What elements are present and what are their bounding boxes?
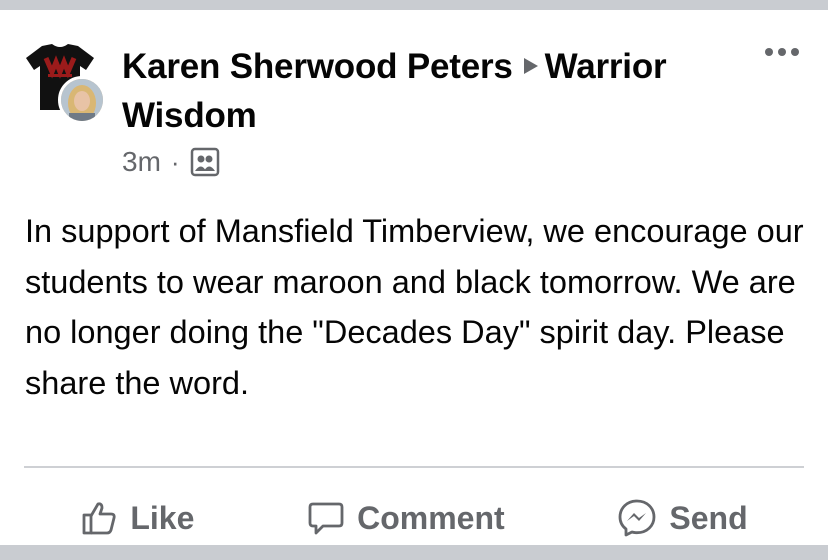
thumbs-up-icon <box>82 502 116 535</box>
author-name[interactable]: Karen Sherwood Peters <box>122 47 513 86</box>
profile-photo <box>61 79 103 121</box>
send-button[interactable]: Send <box>617 498 748 538</box>
post-title: Karen Sherwood Peters Warrior Wisdom <box>122 42 722 140</box>
avatar-group[interactable] <box>24 40 106 124</box>
group-members-icon[interactable] <box>190 147 220 177</box>
comment-label: Comment <box>357 499 505 536</box>
send-label: Send <box>669 499 748 536</box>
post-time[interactable]: 3m <box>122 146 161 178</box>
post-body: In support of Mansfield Timberview, we e… <box>25 213 804 401</box>
post-header: Karen Sherwood Peters Warrior Wisdom 3m · <box>122 42 722 180</box>
like-label: Like <box>130 499 195 536</box>
more-dots-icon <box>765 48 799 56</box>
like-button[interactable]: Like <box>80 499 194 537</box>
post-meta: 3m · <box>122 144 722 180</box>
comment-bubble-icon <box>308 502 344 535</box>
play-arrow-icon <box>523 57 538 74</box>
action-bar: Like Comment Send <box>24 476 804 560</box>
more-options-button[interactable] <box>760 40 804 64</box>
post-card: Karen Sherwood Peters Warrior Wisdom 3m ·… <box>0 10 828 545</box>
comment-button[interactable]: Comment <box>307 499 505 537</box>
user-avatar[interactable] <box>58 76 106 124</box>
messenger-icon <box>618 499 656 537</box>
divider <box>24 466 804 468</box>
meta-separator: · <box>170 146 180 177</box>
